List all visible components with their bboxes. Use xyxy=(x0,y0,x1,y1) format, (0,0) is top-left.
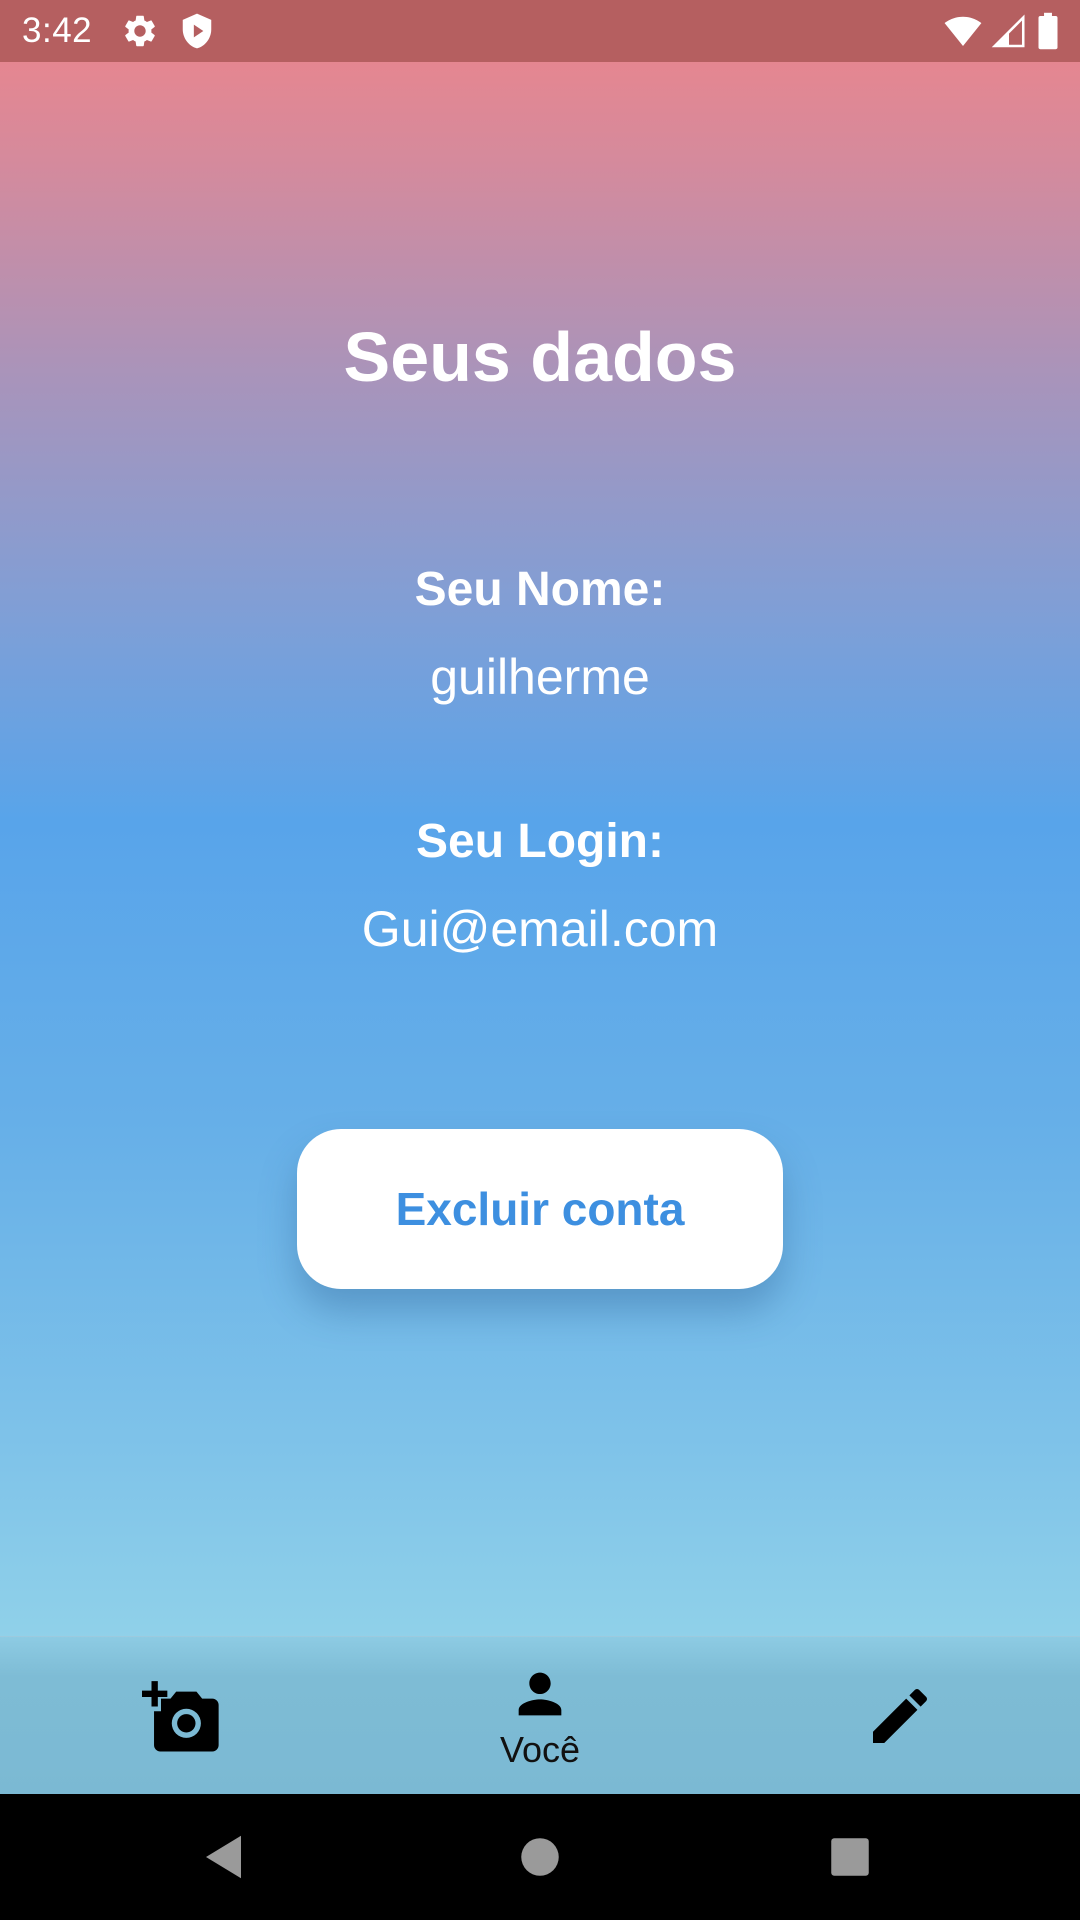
login-value: Gui@email.com xyxy=(361,901,719,957)
settings-gear-icon xyxy=(121,12,159,50)
bottom-navigation: Você xyxy=(0,1636,1080,1795)
system-navigation-bar xyxy=(0,1794,1080,1920)
shield-play-icon xyxy=(178,12,216,50)
nav-item-edit[interactable] xyxy=(820,1637,980,1795)
cell-signal-icon xyxy=(990,12,1028,50)
battery-icon xyxy=(1032,12,1064,50)
add-photo-icon xyxy=(142,1681,219,1752)
nav-item-add-photo[interactable] xyxy=(100,1637,260,1795)
nav-item-voce[interactable]: Você xyxy=(455,1637,625,1795)
name-value: guilherme xyxy=(430,649,650,705)
status-bar: 3:42 xyxy=(0,0,1080,62)
delete-account-button[interactable]: Excluir conta xyxy=(297,1129,783,1289)
person-icon xyxy=(518,1672,562,1716)
recents-icon[interactable] xyxy=(820,1827,880,1887)
back-icon[interactable] xyxy=(196,1827,256,1887)
wifi-icon xyxy=(942,12,984,50)
name-label: Seu Nome: xyxy=(414,563,666,616)
status-time: 3:42 xyxy=(22,11,93,50)
pencil-edit-icon xyxy=(873,1688,928,1743)
home-icon[interactable] xyxy=(510,1827,570,1887)
delete-account-label: Excluir conta xyxy=(395,1183,685,1235)
nav-label-voce: Você xyxy=(499,1729,581,1770)
page-title: Seus dados xyxy=(343,318,737,396)
login-label: Seu Login: xyxy=(416,815,664,868)
